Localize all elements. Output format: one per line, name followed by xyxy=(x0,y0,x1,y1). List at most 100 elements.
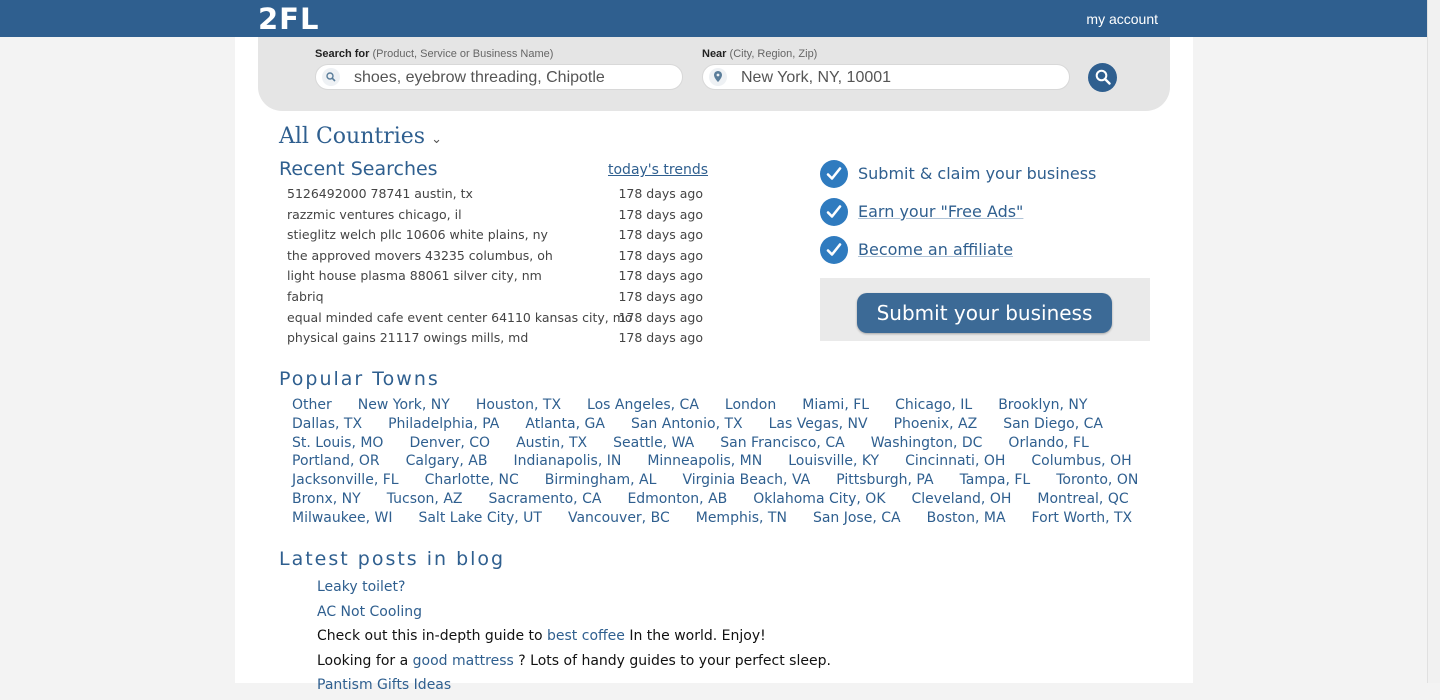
good-mattress-link[interactable]: good mattress xyxy=(413,653,514,669)
country-selector[interactable]: All Countries ⌄ xyxy=(279,124,442,149)
town-link[interactable]: Salt Lake City, UT xyxy=(418,510,541,526)
search-input[interactable] xyxy=(352,67,676,89)
recent-search-query: physical gains 21117 owings mills, md xyxy=(287,330,529,346)
town-link[interactable]: London xyxy=(725,397,776,413)
recent-search-item[interactable]: equal minded cafe event center 64110 kan… xyxy=(287,308,703,329)
town-link[interactable]: Tucson, AZ xyxy=(387,491,463,507)
town-link[interactable]: Denver, CO xyxy=(409,435,490,451)
town-link[interactable]: Charlotte, NC xyxy=(425,472,519,488)
town-link[interactable]: New York, NY xyxy=(358,397,450,413)
recent-search-item[interactable]: stieglitz welch pllc 10606 white plains,… xyxy=(287,225,703,246)
town-link[interactable]: Los Angeles, CA xyxy=(587,397,699,413)
town-link[interactable]: Calgary, AB xyxy=(406,453,488,469)
recent-search-time: 178 days ago xyxy=(618,186,703,201)
town-link[interactable]: Sacramento, CA xyxy=(489,491,602,507)
recent-search-item[interactable]: physical gains 21117 owings mills, md 178… xyxy=(287,328,703,349)
chevron-down-icon: ⌄ xyxy=(431,132,442,147)
town-link[interactable]: Pittsburgh, PA xyxy=(836,472,933,488)
town-link[interactable]: Oklahoma City, OK xyxy=(753,491,885,507)
recent-search-time: 178 days ago xyxy=(618,330,703,346)
location-input[interactable] xyxy=(739,67,1063,89)
search-for-hint: (Product, Service or Business Name) xyxy=(372,48,554,60)
town-link[interactable]: Phoenix, AZ xyxy=(894,416,978,432)
near-field[interactable] xyxy=(702,64,1070,90)
town-link[interactable]: Miami, FL xyxy=(802,397,869,413)
recent-search-query: light house plasma 88061 silver city, nm xyxy=(287,268,542,284)
recent-search-query: the approved movers 43235 columbus, oh xyxy=(287,247,553,263)
recent-search-time: 178 days ago xyxy=(618,288,703,304)
town-link[interactable]: Boston, MA xyxy=(927,510,1006,526)
town-link[interactable]: Austin, TX xyxy=(516,435,587,451)
submit-claim-link[interactable]: Submit & claim your business xyxy=(858,164,1096,183)
town-link[interactable]: Philadelphia, PA xyxy=(388,416,499,432)
recent-searches-title: Recent Searches xyxy=(279,158,438,180)
best-coffee-link[interactable]: best coffee xyxy=(547,628,625,644)
town-link[interactable]: Seattle, WA xyxy=(613,435,694,451)
town-link[interactable]: San Diego, CA xyxy=(1003,416,1103,432)
town-link[interactable]: Houston, TX xyxy=(476,397,561,413)
free-ads-link[interactable]: Earn your "Free Ads" xyxy=(858,202,1023,221)
town-link[interactable]: San Jose, CA xyxy=(813,510,901,526)
checkmark-icon xyxy=(820,160,848,188)
town-link[interactable]: Milwaukee, WI xyxy=(292,510,392,526)
blog-post-link[interactable]: Leaky toilet? xyxy=(317,579,405,595)
recent-search-query: equal minded cafe event center 64110 kan… xyxy=(287,309,633,325)
town-link[interactable]: Louisville, KY xyxy=(788,453,879,469)
town-link[interactable]: Cleveland, OH xyxy=(912,491,1012,507)
recent-search-item[interactable]: the approved movers 43235 columbus, oh 17… xyxy=(287,246,703,267)
town-link[interactable]: Vancouver, BC xyxy=(568,510,670,526)
popular-towns-title: Popular Towns xyxy=(279,368,440,390)
my-account-link[interactable]: my account xyxy=(1086,11,1158,27)
town-link[interactable]: San Antonio, TX xyxy=(631,416,743,432)
town-link[interactable]: Bronx, NY xyxy=(292,491,361,507)
town-link[interactable]: Toronto, ON xyxy=(1056,472,1138,488)
town-link[interactable]: Washington, DC xyxy=(871,435,983,451)
town-row: Bronx, NY Tucson, AZ Sacramento, CA Edmonto… xyxy=(292,490,1129,509)
recent-search-item[interactable]: fabriq 178 days ago xyxy=(287,287,703,308)
search-for-field[interactable] xyxy=(315,64,683,90)
recent-search-query: fabriq xyxy=(287,288,324,304)
recent-search-time: 178 days ago xyxy=(618,227,703,243)
town-link[interactable]: Birmingham, AL xyxy=(545,472,657,488)
town-row: Milwaukee, WI Salt Lake City, UT Vancouver… xyxy=(292,509,1132,528)
town-link[interactable]: Portland, OR xyxy=(292,453,380,469)
town-link[interactable]: Cincinnati, OH xyxy=(905,453,1005,469)
town-link[interactable]: Orlando, FL xyxy=(1008,435,1088,451)
town-link[interactable]: Other xyxy=(292,397,332,413)
magnifier-icon xyxy=(1095,69,1111,85)
scrollbar[interactable] xyxy=(1427,0,1440,683)
town-link[interactable]: Tampa, FL xyxy=(960,472,1031,488)
blog-post-link[interactable]: AC Not Cooling xyxy=(317,604,422,620)
town-link[interactable]: Edmonton, AB xyxy=(627,491,727,507)
search-button[interactable] xyxy=(1088,63,1117,92)
affiliate-link[interactable]: Become an affiliate xyxy=(858,240,1013,259)
town-link[interactable]: Las Vegas, NV xyxy=(769,416,868,432)
todays-trends-link[interactable]: today's trends xyxy=(608,162,708,178)
town-link[interactable]: Atlanta, GA xyxy=(525,416,605,432)
town-link[interactable]: Indianapolis, IN xyxy=(513,453,621,469)
town-link[interactable]: Jacksonville, FL xyxy=(292,472,399,488)
blog-text: Check out this in-depth guide to xyxy=(317,628,548,645)
town-link[interactable]: Virginia Beach, VA xyxy=(682,472,810,488)
town-link[interactable]: Fort Worth, TX xyxy=(1032,510,1133,526)
town-link[interactable]: San Francisco, CA xyxy=(720,435,844,451)
blog-post-link[interactable]: Pantism Gifts Ideas xyxy=(317,677,451,693)
town-link[interactable]: Brooklyn, NY xyxy=(998,397,1087,413)
location-pin-icon xyxy=(709,68,727,86)
town-link[interactable]: Chicago, IL xyxy=(895,397,972,413)
submit-business-button[interactable]: Submit your business xyxy=(857,293,1112,333)
recent-search-item[interactable]: 5126492000 78741 austin, tx 178 days ago xyxy=(287,184,703,205)
recent-search-query: razzmic ventures chicago, il xyxy=(287,206,462,222)
recent-search-query: stieglitz welch pllc 10606 white plains,… xyxy=(287,227,548,243)
town-row: Jacksonville, FL Charlotte, NC Birmingham,… xyxy=(292,471,1138,490)
town-link[interactable]: Columbus, OH xyxy=(1031,453,1131,469)
recent-search-item[interactable]: light house plasma 88061 silver city, nm… xyxy=(287,266,703,287)
town-link[interactable]: St. Louis, MO xyxy=(292,435,383,451)
town-link[interactable]: Montreal, QC xyxy=(1037,491,1128,507)
town-link[interactable]: Dallas, TX xyxy=(292,416,362,432)
site-logo[interactable]: 2FL xyxy=(258,2,319,36)
recent-search-item[interactable]: razzmic ventures chicago, il 178 days ago xyxy=(287,205,703,226)
town-link[interactable]: Minneapolis, MN xyxy=(647,453,762,469)
blog-posts: Leaky toilet? AC Not Cooling Check out t… xyxy=(317,577,831,700)
town-link[interactable]: Memphis, TN xyxy=(696,510,787,526)
